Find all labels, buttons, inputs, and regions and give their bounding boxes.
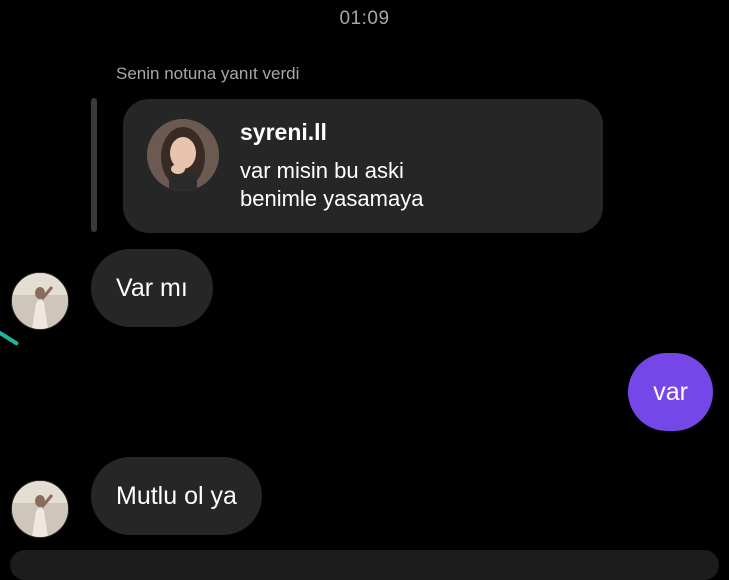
teal-mark bbox=[0, 329, 20, 347]
chat-timestamp: 01:09 bbox=[339, 8, 390, 29]
contact-avatar-icon[interactable] bbox=[11, 480, 69, 538]
message-bubble-incoming[interactable]: Var mı bbox=[91, 249, 213, 327]
note-avatar-icon[interactable] bbox=[147, 119, 219, 191]
note-username[interactable]: syreni.ll bbox=[240, 119, 327, 146]
message-composer[interactable] bbox=[10, 550, 719, 580]
message-bubble-incoming[interactable]: Mutlu ol ya bbox=[91, 457, 262, 535]
quote-bar bbox=[91, 98, 97, 232]
contact-avatar-icon[interactable] bbox=[11, 272, 69, 330]
note-card[interactable]: syreni.ll var misin bu aski benimle yasa… bbox=[123, 99, 603, 233]
note-text: var misin bu aski benimle yasamaya bbox=[240, 158, 424, 211]
reply-context-label: Senin notuna yanıt verdi bbox=[116, 64, 300, 83]
message-bubble-outgoing[interactable]: var bbox=[628, 353, 713, 431]
